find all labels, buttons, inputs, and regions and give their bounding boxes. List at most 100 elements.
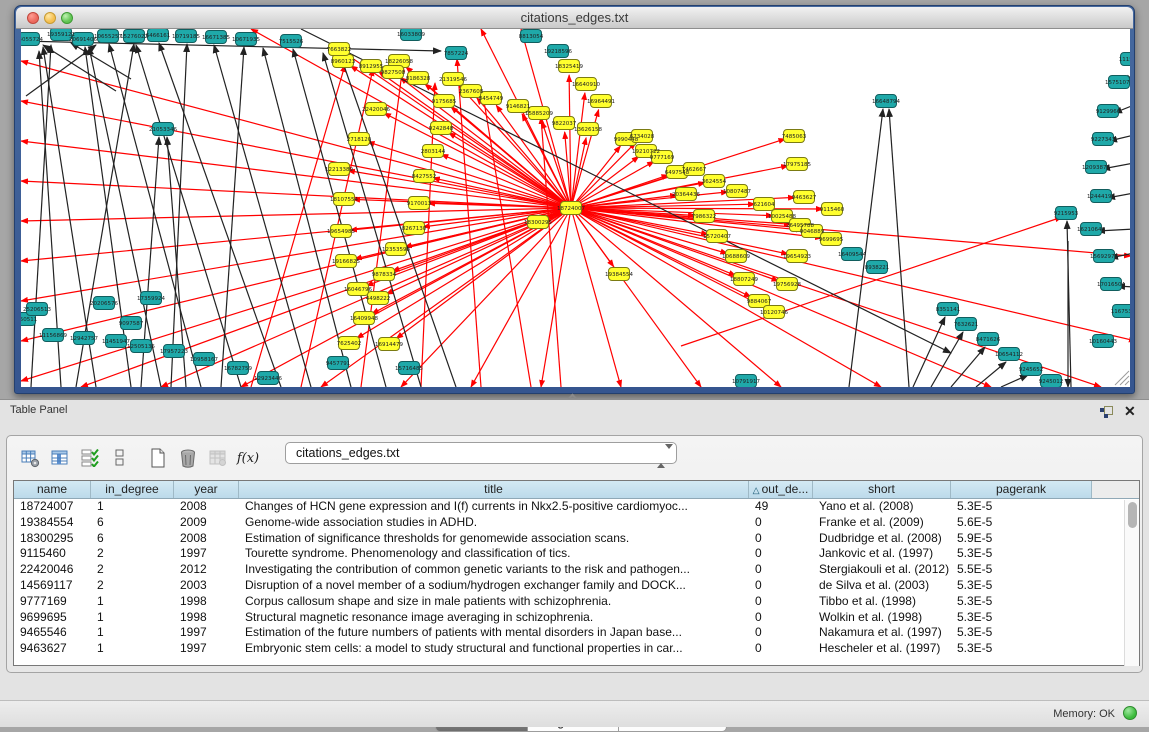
- citation-edge[interactable]: [571, 156, 639, 208]
- graph-node-label: 6466161: [146, 33, 171, 39]
- graph-edge[interactable]: [221, 47, 244, 387]
- table-cell-name: 18300295: [14, 531, 91, 547]
- table-cell-year: 1998: [174, 594, 239, 610]
- graph-node-label: 12444194: [1087, 194, 1115, 200]
- table-cell-title: Genome-wide association studies in ADHD.: [239, 515, 749, 531]
- table-scrollbar-thumb[interactable]: [1128, 502, 1137, 528]
- citation-edge[interactable]: [571, 208, 621, 387]
- graph-node-label: 8471626: [976, 337, 1001, 343]
- graph-edge[interactable]: [951, 347, 985, 387]
- graph-node-label: 9175685: [432, 99, 457, 105]
- column-header-title[interactable]: title: [239, 481, 749, 498]
- table-cell-name: 9699695: [14, 610, 91, 626]
- minimize-window-button[interactable]: [44, 12, 56, 24]
- graph-node-label: 19218596: [544, 49, 572, 55]
- table-scrollbar[interactable]: [1124, 500, 1139, 666]
- table-row[interactable]: 1830029562008Estimation of significance …: [14, 531, 1139, 547]
- graph-node-label: 10160443: [1089, 339, 1117, 345]
- table-cell-short: Dudbridge et al. (2008): [813, 531, 951, 547]
- column-header-short[interactable]: short: [813, 481, 951, 498]
- table-cell-short: Wolkin et al. (1998): [813, 610, 951, 626]
- citation-edge[interactable]: [571, 208, 991, 387]
- application-desktop: citations_edges.txt 89601238912955182260…: [0, 0, 1149, 399]
- table-cell-title: Changes of HCN gene expression and I(f) …: [239, 499, 749, 515]
- table-cell-in_degree: 1: [91, 610, 174, 626]
- table-row[interactable]: 1456911722003Disruption of a novel membe…: [14, 578, 1139, 594]
- graph-node-label: 9827508: [381, 70, 406, 76]
- graph-node-label: 18325419: [555, 64, 583, 70]
- close-window-button[interactable]: [27, 12, 39, 24]
- citation-edge[interactable]: [321, 208, 571, 387]
- table-row[interactable]: 969969511998Structural magnetic resonanc…: [14, 610, 1139, 626]
- table-row[interactable]: 2242004622012Investigating the contribut…: [14, 562, 1139, 578]
- delete-table-icon[interactable]: [173, 444, 203, 472]
- graph-edge[interactable]: [1001, 375, 1028, 387]
- table-selector-dropdown[interactable]: citations_edges.txt: [285, 442, 677, 464]
- column-settings-icon[interactable]: [15, 444, 45, 472]
- graph-node-label: 12923446: [254, 376, 282, 382]
- table-cell-year: 1998: [174, 610, 239, 626]
- citation-edge[interactable]: [571, 146, 620, 208]
- table-row[interactable]: 1938455462009Genome-wide association stu…: [14, 515, 1139, 531]
- graph-node-label: 7462667: [682, 167, 707, 173]
- float-panel-icon[interactable]: [1100, 406, 1114, 419]
- resize-grip-icon[interactable]: [1115, 371, 1129, 385]
- table-panel-title: Table Panel: [10, 404, 68, 416]
- graph-node-label: 10120746: [760, 310, 788, 316]
- table-cell-in_degree: 1: [91, 641, 174, 657]
- graph-node-label: 9170013: [407, 201, 432, 207]
- table-cell-in_degree: 2: [91, 578, 174, 594]
- graph-node-label: 13626158: [574, 127, 602, 133]
- graph-edge[interactable]: [913, 317, 945, 387]
- table-cell-out_de: 0: [749, 625, 813, 641]
- table-row[interactable]: 911546021997Tourette syndrome. Phenomeno…: [14, 546, 1139, 562]
- graph-node-label: 17016504: [1097, 282, 1125, 288]
- table-toolbar: f(x): [15, 441, 263, 475]
- graph-node-label: 9146821: [506, 104, 531, 110]
- cell-navigator-icon[interactable]: [105, 444, 135, 472]
- graph-edge[interactable]: [71, 43, 131, 79]
- table-row[interactable]: 946362711997Embryonic stem cells: a mode…: [14, 641, 1139, 657]
- row-selection-icon[interactable]: [75, 444, 105, 472]
- table-cell-name: 9777169: [14, 594, 91, 610]
- graph-node-label: 9115460: [820, 207, 845, 213]
- network-canvas[interactable]: 8960123891295518226058982750881863282131…: [21, 29, 1130, 387]
- table-row[interactable]: 946554611997Estimation of the future num…: [14, 625, 1139, 641]
- graph-node-label: 8454749: [479, 96, 504, 102]
- graph-node-label: 3624554: [702, 179, 727, 185]
- create-table-icon[interactable]: [143, 444, 173, 472]
- zoom-window-button[interactable]: [61, 12, 73, 24]
- citation-edge[interactable]: [571, 208, 1130, 341]
- table-selector-value: citations_edges.txt: [296, 446, 400, 460]
- import-table-icon[interactable]: [203, 444, 233, 472]
- network-window-titlebar[interactable]: citations_edges.txt: [16, 7, 1133, 29]
- table-cell-pagerank: 5.3E-5: [951, 641, 1092, 657]
- table-row[interactable]: 977716911998Corpus callosum shape and si…: [14, 594, 1139, 610]
- graph-node-label: 10807487: [723, 189, 751, 195]
- table-cell-name: 22420046: [14, 562, 91, 578]
- close-panel-icon[interactable]: ✕: [1124, 403, 1136, 420]
- table-row[interactable]: 1872400712008Changes of HCN gene express…: [14, 499, 1139, 515]
- column-header-pagerank[interactable]: pagerank: [951, 481, 1092, 498]
- function-builder-icon[interactable]: f(x): [233, 444, 263, 472]
- graph-edge[interactable]: [43, 45, 116, 91]
- graph-edge[interactable]: [976, 362, 1006, 387]
- graph-node-label: 15885209: [525, 111, 553, 117]
- table-cell-year: 2012: [174, 562, 239, 578]
- show-hide-columns-icon[interactable]: [45, 444, 75, 472]
- graph-node-label: 7857224: [444, 51, 469, 57]
- table-cell-name: 18724007: [14, 499, 91, 515]
- graph-node-label: 9878334: [372, 272, 397, 278]
- column-header-out_de[interactable]: △out_de...: [749, 481, 813, 498]
- memory-status-indicator[interactable]: [1123, 706, 1137, 720]
- column-header-name[interactable]: name: [14, 481, 91, 498]
- table-cell-name: 19384554: [14, 515, 91, 531]
- graph-node-label: 6734028: [630, 134, 655, 140]
- graph-node-label: 2803144: [421, 149, 446, 155]
- column-header-year[interactable]: year: [174, 481, 239, 498]
- graph-node-label: 16409544: [838, 252, 866, 258]
- column-header-in_degree[interactable]: in_degree: [91, 481, 174, 498]
- graph-node-label: 2718120: [347, 137, 372, 143]
- graph-edge[interactable]: [26, 45, 96, 96]
- table-cell-short: Nakamura et al. (1997): [813, 625, 951, 641]
